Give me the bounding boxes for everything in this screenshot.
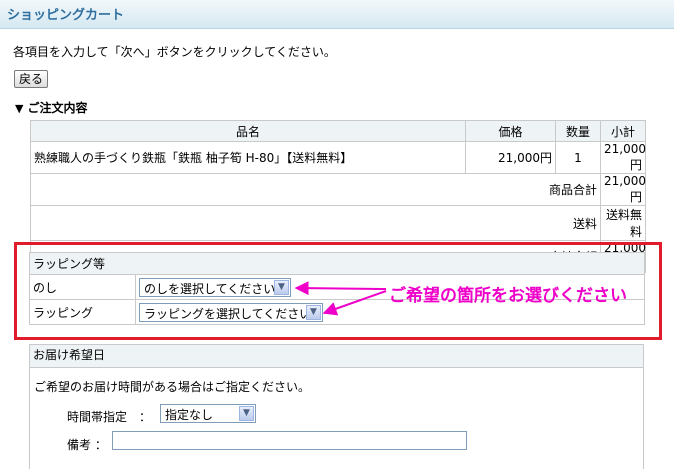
time-slot-colon: ： xyxy=(139,410,152,424)
annotation-text: ご希望の箇所をお選びください xyxy=(389,286,627,306)
remarks-label: 備考 ： xyxy=(67,438,107,452)
time-slot-select-value: 指定なし xyxy=(165,408,214,422)
time-slot-select[interactable]: 指定なし ▼ xyxy=(160,404,256,423)
chevron-down-icon[interactable]: ▼ xyxy=(239,406,254,421)
delivery-heading: お届け希望日 xyxy=(30,345,643,368)
time-slot-label: 時間帯指定 xyxy=(67,410,128,424)
delivery-note: ご希望のお届け時間がある場合はご指定ください。 xyxy=(34,380,311,394)
delivery-section: お届け希望日 ご希望のお届け時間がある場合はご指定ください。 時間帯指定 ： 指… xyxy=(29,344,644,469)
remarks-input[interactable] xyxy=(112,431,467,450)
